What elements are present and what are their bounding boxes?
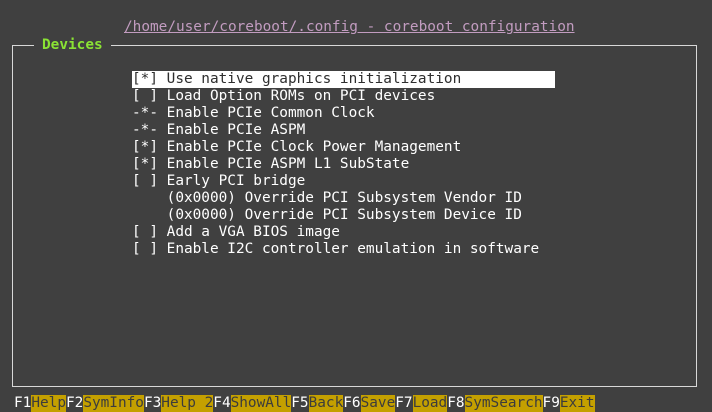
key-f8-symsearch[interactable]: F8 SymSearch — [447, 395, 543, 412]
key-label: Load — [412, 395, 448, 412]
key-label: Help 2 — [161, 395, 214, 412]
menu-item-early-pci-bridge[interactable]: [ ] Early PCI bridge — [132, 173, 555, 190]
key-f6-save[interactable]: F6 Save — [343, 395, 396, 412]
window-title: /home/user/coreboot/.config - coreboot c… — [124, 19, 575, 35]
key-label: SymInfo — [83, 395, 144, 412]
menu-item-pcie-aspm-l1[interactable]: [*] Enable PCIe ASPM L1 SubState — [132, 156, 555, 173]
key-label: SymSearch — [464, 395, 543, 412]
key-label: Exit — [559, 395, 595, 412]
menu-item-load-option-roms[interactable]: [ ] Load Option ROMs on PCI devices — [132, 88, 555, 105]
key-label: ShowAll — [230, 395, 292, 412]
key-code: F4 — [213, 395, 231, 411]
menu-item-subsystem-vendor-id[interactable]: (0x0000) Override PCI Subsystem Vendor I… — [132, 190, 555, 207]
key-label: Back — [308, 395, 344, 412]
key-f2-syminfo[interactable]: F2 SymInfo — [66, 395, 144, 412]
key-f3-help2[interactable]: F3 Help 2 — [143, 395, 214, 412]
key-f1-help[interactable]: F1 Help — [14, 395, 66, 412]
key-code: F3 — [143, 395, 162, 411]
function-key-bar: F1 Help F2 SymInfo F3 Help 2 F4 ShowAll F5 Ba… — [14, 395, 595, 412]
key-code: F1 — [14, 395, 32, 411]
menu-item-i2c-emulation[interactable]: [ ] Enable I2C controller emulation in s… — [132, 241, 555, 258]
key-code: F7 — [395, 395, 413, 411]
key-code: F6 — [343, 395, 361, 411]
menu-item-pcie-common-clock[interactable]: -*- Enable PCIe Common Clock — [132, 105, 555, 122]
frame-label: Devices — [34, 37, 111, 54]
menu-item-vga-bios-image[interactable]: [ ] Add a VGA BIOS image — [132, 224, 555, 241]
key-f5-back[interactable]: F5 Back — [291, 395, 344, 412]
key-code: F2 — [65, 395, 84, 411]
key-label: Help — [31, 395, 66, 412]
menu-list: [*] Use native graphics initialization [… — [132, 71, 555, 258]
key-code: F5 — [291, 395, 309, 411]
key-f4-showall[interactable]: F4 ShowAll — [213, 395, 292, 412]
key-label: Save — [360, 395, 396, 412]
menu-item-pcie-aspm[interactable]: -*- Enable PCIe ASPM — [132, 122, 555, 139]
key-code: F9 — [542, 395, 560, 411]
menu-item-native-graphics[interactable]: [*] Use native graphics initialization — [132, 71, 555, 88]
menu-item-pcie-clock-pm[interactable]: [*] Enable PCIe Clock Power Management — [132, 139, 555, 156]
key-f7-load[interactable]: F7 Load — [395, 395, 448, 412]
menu-item-subsystem-device-id[interactable]: (0x0000) Override PCI Subsystem Device I… — [132, 207, 555, 224]
key-f9-exit[interactable]: F9 Exit — [543, 395, 595, 412]
key-code: F8 — [447, 395, 465, 411]
